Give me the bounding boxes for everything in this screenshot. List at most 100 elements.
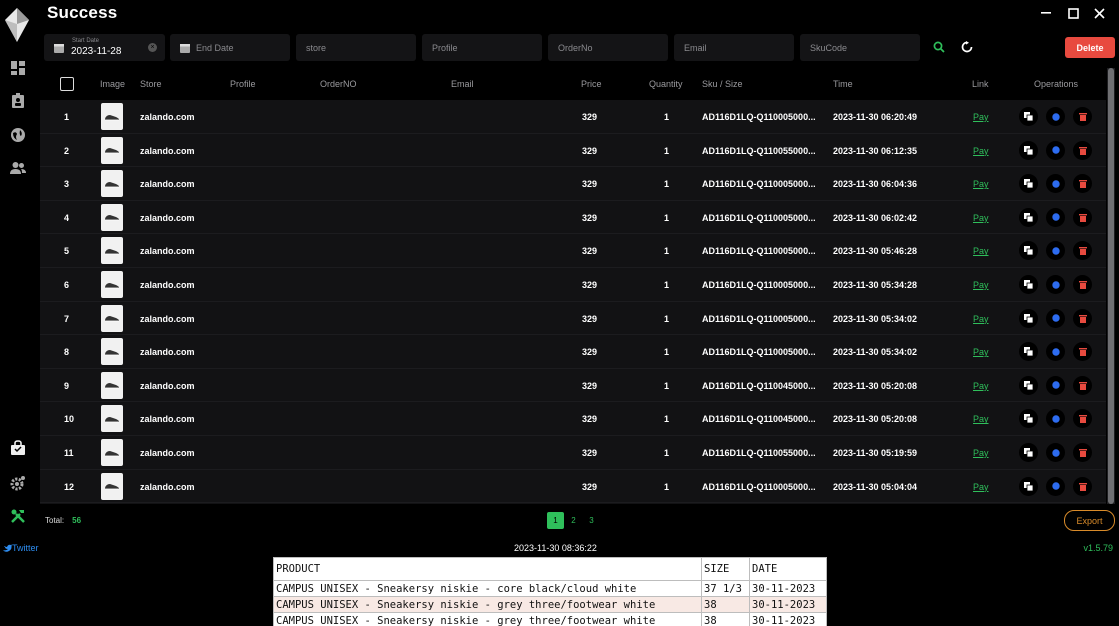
product-thumbnail <box>101 472 123 500</box>
info-button[interactable] <box>1046 409 1065 429</box>
info-button[interactable] <box>1046 342 1065 362</box>
page-3-button[interactable]: 3 <box>583 512 600 529</box>
info-button[interactable] <box>1046 174 1065 194</box>
info-button[interactable] <box>1046 308 1065 328</box>
tools-icon[interactable] <box>9 507 26 524</box>
delete-row-button[interactable] <box>1073 443 1092 462</box>
table-row[interactable]: 7 zalando.com 329 1 AD116D1LQ-Q110005000... 2… <box>40 302 1106 336</box>
dashboard-icon[interactable] <box>9 59 26 76</box>
info-button[interactable] <box>1046 375 1065 395</box>
delete-row-button[interactable] <box>1073 409 1092 429</box>
page-1-button[interactable]: 1 <box>547 512 564 529</box>
store-input[interactable]: store <box>296 34 416 61</box>
delete-row-button[interactable] <box>1073 308 1092 328</box>
pay-link[interactable]: Pay <box>973 213 989 223</box>
accounts-icon[interactable] <box>9 159 26 176</box>
delete-row-button[interactable] <box>1073 375 1092 395</box>
proxy-globe-icon[interactable] <box>9 126 26 143</box>
info-button[interactable] <box>1046 443 1065 462</box>
delete-button[interactable]: Delete <box>1065 37 1115 58</box>
info-button[interactable] <box>1046 207 1065 227</box>
row-store: zalando.com <box>140 380 195 391</box>
copy-button[interactable] <box>1019 308 1038 328</box>
row-price: 329 <box>582 313 598 324</box>
pay-link[interactable]: Pay <box>973 448 989 458</box>
pay-link[interactable]: Pay <box>973 381 989 391</box>
copy-button[interactable] <box>1019 174 1038 194</box>
table-row[interactable]: 6 zalando.com 329 1 AD116D1LQ-Q110005000... 2… <box>40 268 1106 302</box>
maximize-icon[interactable] <box>1063 4 1083 22</box>
copy-button[interactable] <box>1019 409 1038 429</box>
info-button[interactable] <box>1046 275 1065 294</box>
table-row[interactable]: 8 zalando.com 329 1 AD116D1LQ-Q110005000... 2… <box>40 335 1106 369</box>
pay-link[interactable]: Pay <box>973 246 989 256</box>
page-2-button[interactable]: 2 <box>565 512 582 529</box>
copy-icon <box>1024 280 1033 289</box>
delete-row-button[interactable] <box>1073 342 1092 362</box>
col-link: Link <box>972 79 989 89</box>
delete-row-button[interactable] <box>1073 107 1092 126</box>
table-scrollbar-thumb[interactable] <box>1108 68 1114 504</box>
profile-input[interactable]: Profile <box>422 34 542 61</box>
table-row[interactable]: 3 zalando.com 329 1 AD116D1LQ-Q110005000... 2… <box>40 167 1106 201</box>
row-store: zalando.com <box>140 145 195 156</box>
pay-link[interactable]: Pay <box>973 146 989 156</box>
copy-button[interactable] <box>1019 375 1038 395</box>
info-button[interactable] <box>1046 241 1065 261</box>
close-icon[interactable] <box>1089 4 1109 22</box>
table-row[interactable]: 9 zalando.com 329 1 AD116D1LQ-Q110045000... 2… <box>40 369 1106 403</box>
copy-button[interactable] <box>1019 476 1038 496</box>
delete-row-button[interactable] <box>1073 241 1092 261</box>
copy-button[interactable] <box>1019 107 1038 126</box>
pay-link[interactable]: Pay <box>973 280 989 290</box>
row-price: 329 <box>582 280 598 290</box>
copy-button[interactable] <box>1019 443 1038 462</box>
select-all-checkbox[interactable] <box>60 77 74 91</box>
row-sku: AD116D1LQ-Q110005000... <box>702 179 816 190</box>
info-button[interactable] <box>1046 140 1065 160</box>
product-thumbnail <box>101 136 123 164</box>
pay-link[interactable]: Pay <box>973 314 989 324</box>
product-size: 38 <box>701 612 750 626</box>
settings-icon[interactable] <box>9 474 26 491</box>
row-price: 329 <box>582 481 598 492</box>
table-row[interactable]: 11 zalando.com 329 1 AD116D1LQ-Q110055000...… <box>40 436 1106 470</box>
refresh-button[interactable] <box>954 34 980 60</box>
info-button[interactable] <box>1046 476 1065 496</box>
copy-button[interactable] <box>1019 241 1038 261</box>
delete-row-button[interactable] <box>1073 275 1092 294</box>
skucode-input[interactable]: SkuCode <box>800 34 920 61</box>
copy-button[interactable] <box>1019 207 1038 227</box>
start-date-field[interactable]: Start Date 2023-11-28 × <box>44 34 165 61</box>
shop-bag-icon[interactable] <box>9 439 26 456</box>
table-row[interactable]: 5 zalando.com 329 1 AD116D1LQ-Q110005000... 2… <box>40 234 1106 268</box>
pay-link[interactable]: Pay <box>973 414 989 424</box>
pay-link[interactable]: Pay <box>973 482 989 492</box>
email-input[interactable]: Email <box>674 34 794 61</box>
copy-button[interactable] <box>1019 342 1038 362</box>
info-button[interactable] <box>1046 107 1065 126</box>
profiles-icon[interactable] <box>9 92 26 109</box>
copy-button[interactable] <box>1019 275 1038 294</box>
orderno-input[interactable]: OrderNo <box>548 34 668 61</box>
table-row[interactable]: 2 zalando.com 329 1 AD116D1LQ-Q110055000... 2… <box>40 134 1106 168</box>
pay-link[interactable]: Pay <box>973 112 989 122</box>
table-row[interactable]: 1 zalando.com 329 1 AD116D1LQ-Q110005000... 2… <box>40 100 1106 134</box>
clear-icon[interactable]: × <box>148 43 157 52</box>
pay-link[interactable]: Pay <box>973 179 989 189</box>
delete-row-button[interactable] <box>1073 174 1092 194</box>
end-date-field[interactable]: End Date <box>170 34 290 61</box>
twitter-link[interactable]: Twitter <box>3 543 39 553</box>
table-row[interactable]: 4 zalando.com 329 1 AD116D1LQ-Q110005000... 2… <box>40 201 1106 235</box>
table-row[interactable]: 12 zalando.com 329 1 AD116D1LQ-Q110005000...… <box>40 470 1106 504</box>
pay-link[interactable]: Pay <box>973 347 989 357</box>
export-button[interactable]: Export <box>1064 510 1115 531</box>
copy-button[interactable] <box>1019 140 1038 160</box>
table-row[interactable]: 10 zalando.com 329 1 AD116D1LQ-Q110045000...… <box>40 402 1106 436</box>
row-store: zalando.com <box>140 414 195 425</box>
delete-row-button[interactable] <box>1073 140 1092 160</box>
delete-row-button[interactable] <box>1073 207 1092 227</box>
delete-row-button[interactable] <box>1073 476 1092 496</box>
search-button[interactable] <box>926 34 952 60</box>
minimize-icon[interactable] <box>1036 4 1056 22</box>
